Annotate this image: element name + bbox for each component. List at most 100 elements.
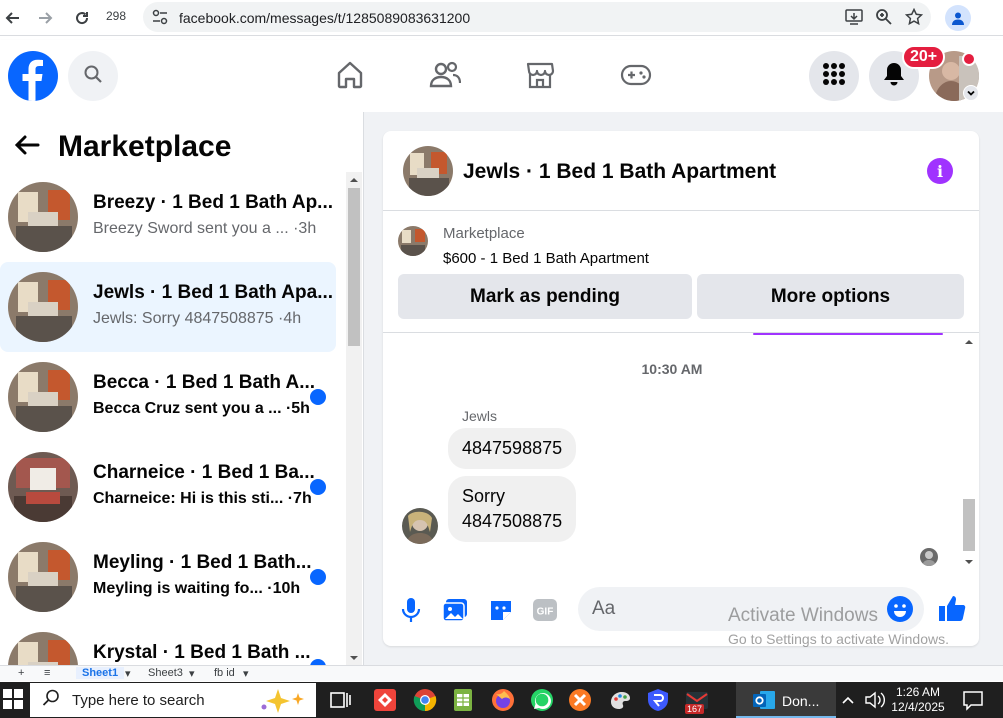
unread-indicator (310, 479, 326, 495)
chat-scrollbar[interactable] (961, 334, 977, 570)
message-timestamp: 10:30 AM (641, 361, 703, 377)
conversation-name: Breezy · 1 Bed 1 Bath Ap... (93, 192, 334, 213)
sidebar-scrollbar[interactable] (346, 172, 362, 666)
outlook-icon (752, 688, 776, 712)
url-text[interactable]: facebook.com/messages/t/1285089083631200 (179, 10, 470, 26)
facebook-logo[interactable] (8, 51, 58, 101)
conversation-preview: Jewls: Sorry 4847508875 ·4h (93, 310, 302, 327)
taskbar-search-placeholder: Type here to search (72, 691, 205, 709)
photo-icon[interactable] (441, 596, 469, 624)
sidebar-title: Marketplace (58, 130, 232, 163)
sheet-tab[interactable]: fb id (214, 667, 235, 679)
sheets-app-icon[interactable] (451, 688, 475, 712)
windows-start-icon[interactable] (2, 688, 26, 712)
bell-icon (882, 61, 906, 92)
conversation-item[interactable]: Becca · 1 Bed 1 Bath A... Becca Cruz sen… (0, 352, 336, 442)
conversation-sidebar: Marketplace Breezy · 1 Bed 1 Bath Ap... … (0, 112, 364, 666)
whatsapp-icon[interactable] (530, 688, 554, 712)
listing-price-title[interactable]: $600 - 1 Bed 1 Bath Apartment (443, 250, 649, 267)
firefox-icon[interactable] (491, 688, 515, 712)
taskbar-search-box[interactable]: Type here to search (30, 683, 316, 717)
sheet-tab-dropdown-icon[interactable]: ▾ (125, 667, 131, 680)
forward-icon[interactable] (34, 6, 58, 30)
conversation-preview: Meyling is waiting fo... ·10h (93, 580, 301, 597)
friends-icon[interactable] (428, 58, 462, 92)
chat-header: Jewls · 1 Bed 1 Bath Apartment i (383, 131, 979, 211)
microphone-icon[interactable] (397, 596, 425, 624)
thumbs-up-icon[interactable] (936, 592, 968, 624)
scrollbar-thumb[interactable] (963, 499, 975, 551)
install-app-icon[interactable] (845, 8, 863, 31)
more-options-button[interactable]: More options (697, 274, 964, 319)
vpn-shield-icon[interactable] (646, 688, 670, 712)
grid-icon (822, 62, 846, 91)
chrome-icon[interactable] (413, 688, 437, 712)
mail-count-badge: 167 (685, 704, 705, 714)
paint-icon[interactable] (608, 688, 632, 712)
conversation-list: Breezy · 1 Bed 1 Bath Ap... Breezy Sword… (0, 172, 346, 666)
conversation-preview: Charneice: Hi is this sti... ·7h (93, 490, 312, 507)
anydesk-icon[interactable] (373, 688, 397, 712)
sheets-menu-icon[interactable]: ≡ (44, 667, 50, 679)
listing-small-thumbnail[interactable] (398, 226, 428, 256)
mark-as-pending-button[interactable]: Mark as pending (398, 274, 692, 319)
message-text: 4847508875 (462, 511, 563, 531)
message-bubble[interactable]: Sorry 4847508875 (448, 476, 577, 542)
read-receipt-avatar (920, 548, 938, 566)
marketplace-listing-banner: Marketplace $600 - 1 Bed 1 Bath Apartmen… (383, 212, 979, 333)
listing-thumbnail (8, 542, 78, 612)
bookmark-star-icon[interactable] (904, 7, 924, 31)
emoji-icon[interactable] (887, 596, 913, 622)
add-sheet-icon[interactable]: + (18, 667, 24, 679)
show-hidden-icons-chevron-icon[interactable] (840, 688, 864, 712)
sticker-icon[interactable] (487, 596, 515, 624)
fb-search-button[interactable] (68, 51, 118, 101)
address-bar[interactable]: facebook.com/messages/t/1285089083631200 (143, 2, 931, 32)
conversation-item[interactable]: Krystal · 1 Bed 1 Bath ... (0, 622, 336, 666)
conversation-item[interactable]: Meyling · 1 Bed 1 Bath... Meyling is wai… (0, 532, 336, 622)
home-icon[interactable] (333, 58, 367, 92)
menu-grid-button[interactable] (809, 51, 859, 101)
reload-icon[interactable] (70, 6, 94, 30)
sheet-tab[interactable]: Sheet1 (76, 667, 125, 679)
chat-title[interactable]: Jewls · 1 Bed 1 Bath Apartment (463, 160, 776, 184)
search-icon (83, 64, 103, 89)
conversation-item[interactable]: Charneice · 1 Bed 1 Ba... Charneice: Hi … (0, 442, 336, 532)
chat-listing-thumbnail[interactable] (403, 146, 453, 196)
back-icon[interactable] (0, 6, 24, 30)
conversation-name: Charneice · 1 Bed 1 Ba... (93, 462, 315, 483)
zoom-icon[interactable] (875, 8, 893, 31)
sparkle-icon[interactable] (256, 687, 312, 718)
conversation-item[interactable]: Breezy · 1 Bed 1 Bath Ap... Breezy Sword… (0, 172, 336, 262)
message-sender-name: Jewls (462, 408, 498, 424)
conversation-name: Krystal · 1 Bed 1 Bath ... (93, 642, 311, 663)
gaming-icon[interactable] (619, 58, 653, 92)
sender-avatar[interactable] (402, 508, 438, 544)
scrollbar-thumb[interactable] (348, 188, 360, 346)
system-clock[interactable]: 1:26 AM 12/4/2025 (890, 685, 946, 715)
marketplace-icon[interactable] (523, 58, 557, 92)
message-input[interactable] (578, 587, 924, 631)
conversation-name: Becca · 1 Bed 1 Bath A... (93, 372, 316, 393)
browser-profile-icon[interactable] (945, 5, 971, 31)
notifications-center-icon[interactable] (961, 688, 985, 712)
sheet-tab[interactable]: Sheet3 (148, 667, 183, 679)
xampp-icon[interactable] (568, 688, 592, 712)
task-view-icon[interactable] (328, 688, 352, 712)
outlook-window-label: Don... (782, 693, 820, 709)
sheet-tab-strip: + ≡ Sheet1 ▾ Sheet3 ▾ fb id ▾ (0, 665, 1003, 681)
gif-icon[interactable]: GIF (531, 596, 559, 624)
tab-count[interactable]: 298 (106, 9, 126, 23)
speaker-icon[interactable] (864, 688, 888, 712)
outlook-taskbar-button[interactable]: Don... (736, 682, 836, 718)
message-bubble[interactable]: 4847598875 (448, 428, 577, 469)
site-settings-icon[interactable] (151, 8, 169, 31)
sheet-tab-dropdown-icon[interactable]: ▾ (189, 667, 195, 680)
facebook-header (0, 40, 1003, 112)
sheet-tab-dropdown-icon[interactable]: ▾ (243, 667, 249, 680)
account-chevron-icon[interactable] (963, 85, 979, 101)
chat-window: Jewls · 1 Bed 1 Bath Apartment i Marketp… (383, 131, 979, 646)
back-arrow-icon[interactable] (14, 134, 40, 161)
info-icon[interactable]: i (927, 158, 953, 184)
conversation-item-active[interactable]: Jewls · 1 Bed 1 Bath Apa... Jewls: Sorry… (0, 262, 336, 352)
